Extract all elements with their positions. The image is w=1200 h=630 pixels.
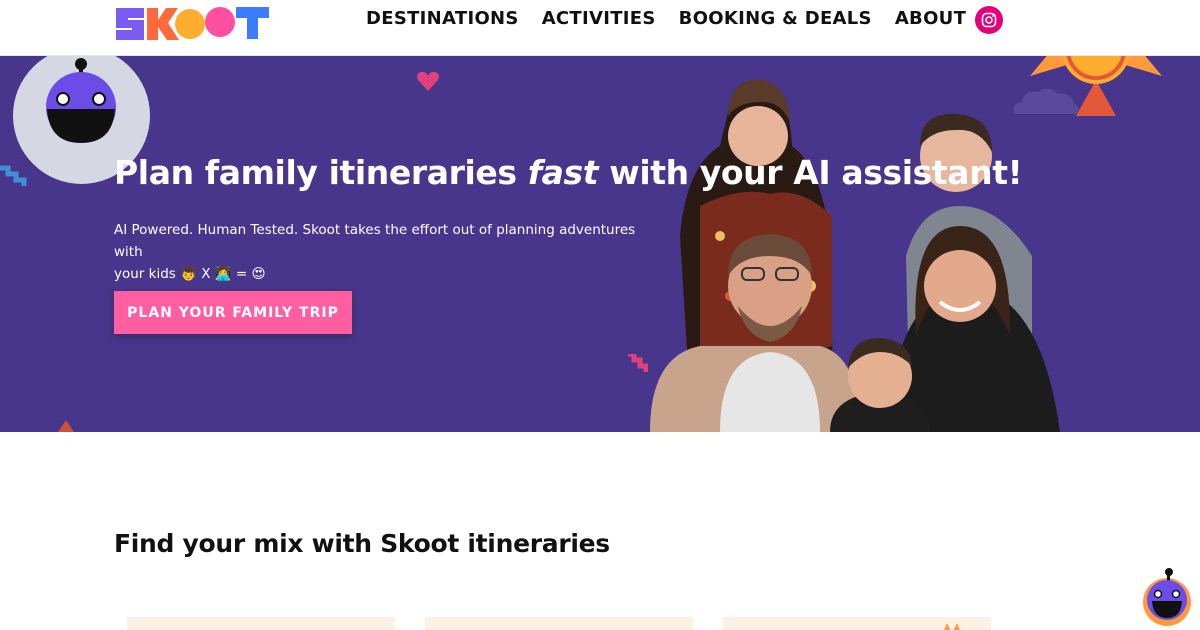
chat-assistant-button[interactable] (1141, 566, 1191, 626)
hero-subtitle: AI Powered. Human Tested. Skoot takes th… (114, 219, 654, 285)
nav-destinations[interactable]: DESTINATIONS (366, 8, 519, 29)
hero-title-emphasis: fast (527, 153, 599, 192)
itinerary-card[interactable] (723, 617, 991, 630)
instagram-button[interactable] (975, 6, 1003, 34)
hero-subtitle-line-2: your kids 👦 X 👩‍💻 = 😍 (114, 266, 266, 282)
zigzag-decoration-icon (0, 165, 27, 186)
itinerary-card[interactable] (127, 617, 395, 630)
robot-chat-icon (1143, 568, 1191, 626)
hero-title: Plan family itineraries fast with your A… (114, 153, 1023, 192)
section-title: Find your mix with Skoot itineraries (114, 529, 610, 558)
nav-booking-deals[interactable]: BOOKING & DEALS (679, 8, 872, 29)
nav-activities[interactable]: ACTIVITIES (542, 8, 656, 29)
main-nav: DESTINATIONS ACTIVITIES BOOKING & DEALS … (366, 8, 989, 29)
skoot-logo[interactable] (114, 2, 270, 42)
plan-family-trip-button[interactable]: PLAN YOUR FAMILY TRIP (114, 291, 352, 334)
hero-title-before: Plan family itineraries (114, 153, 528, 192)
site-header: DESTINATIONS ACTIVITIES BOOKING & DEALS … (0, 0, 1200, 56)
hero-title-after: with your AI assistant! (598, 153, 1023, 192)
itinerary-card[interactable] (425, 617, 693, 630)
sun-decoration-icon (944, 623, 960, 630)
nav-about[interactable]: ABOUT (895, 8, 966, 29)
triangle-decoration-icon (58, 420, 74, 432)
family-photo (650, 79, 1060, 432)
hero-banner: Plan family itineraries fast with your A… (0, 56, 1200, 432)
hero-subtitle-line-1: AI Powered. Human Tested. Skoot takes th… (114, 222, 636, 260)
instagram-icon (981, 12, 997, 28)
heart-icon (417, 71, 439, 91)
